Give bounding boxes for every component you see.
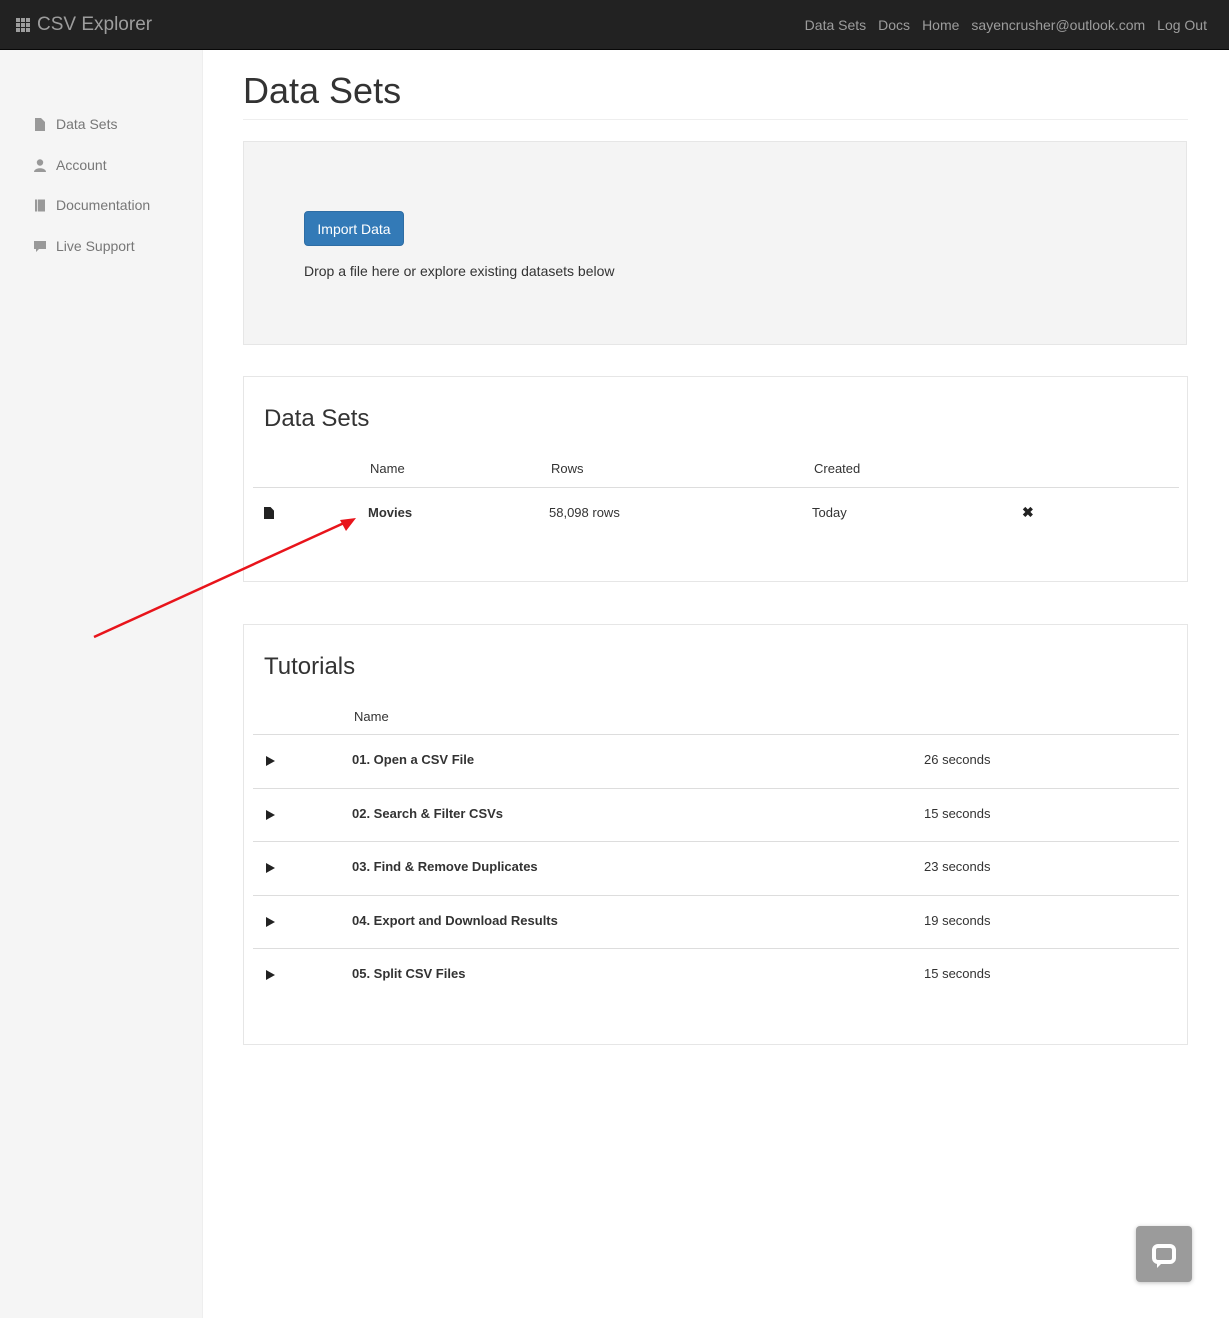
- row-divider: [253, 788, 1179, 789]
- sidebar-item-live-support[interactable]: Live Support: [34, 238, 135, 254]
- sidebar-item-label: Data Sets: [56, 116, 118, 132]
- sidebar-item-account[interactable]: Account: [34, 157, 107, 173]
- row-divider: [253, 841, 1179, 842]
- row-divider: [253, 948, 1179, 949]
- column-header-name: Name: [370, 461, 405, 476]
- datasets-heading: Data Sets: [264, 405, 370, 432]
- delete-dataset-icon[interactable]: ✖: [1022, 504, 1034, 521]
- tutorial-name-link[interactable]: 03. Find & Remove Duplicates: [352, 859, 538, 874]
- play-icon[interactable]: [266, 810, 275, 820]
- dataset-name-link[interactable]: Movies: [368, 505, 412, 520]
- import-data-button[interactable]: Import Data: [304, 211, 404, 246]
- sidebar-item-label: Documentation: [56, 197, 151, 213]
- tutorial-name-link[interactable]: 04. Export and Download Results: [352, 913, 558, 928]
- nav-link-account-email[interactable]: sayencrusher@outlook.com: [971, 17, 1145, 33]
- file-icon: [264, 507, 274, 519]
- tutorial-duration: 15 seconds: [924, 806, 991, 821]
- play-icon[interactable]: [266, 917, 275, 927]
- book-icon: [34, 199, 46, 212]
- nav-link-data-sets[interactable]: Data Sets: [805, 17, 866, 33]
- tutorial-name-link[interactable]: 02. Search & Filter CSVs: [352, 806, 503, 821]
- tutorials-panel: Tutorials Name 01. Open a CSV File 26 se…: [243, 624, 1188, 1045]
- top-navbar: CSV Explorer Data Sets Docs Home sayencr…: [0, 0, 1229, 50]
- sidebar-item-data-sets[interactable]: Data Sets: [34, 116, 117, 132]
- live-chat-button[interactable]: [1136, 1226, 1192, 1282]
- user-icon: [34, 158, 46, 172]
- brand-link[interactable]: CSV Explorer: [16, 0, 152, 50]
- tutorial-duration: 23 seconds: [924, 859, 991, 874]
- tutorials-heading: Tutorials: [264, 653, 356, 680]
- navbar-links: Data Sets Docs Home sayencrusher@outlook…: [793, 0, 1207, 50]
- table-header-divider: [253, 487, 1179, 488]
- dataset-row-count: 58,098 rows: [549, 505, 620, 520]
- play-icon[interactable]: [266, 863, 275, 873]
- tutorial-name-link[interactable]: 05. Split CSV Files: [352, 966, 465, 981]
- tutorial-duration: 15 seconds: [924, 966, 991, 981]
- nav-link-log-out[interactable]: Log Out: [1157, 17, 1207, 33]
- tutorial-duration: 26 seconds: [924, 752, 991, 767]
- title-divider: [243, 119, 1188, 120]
- tutorial-name-link[interactable]: 01. Open a CSV File: [352, 752, 474, 767]
- comment-icon: [34, 240, 46, 253]
- dropzone-hint: Drop a file here or explore existing dat…: [304, 263, 615, 279]
- file-icon: [34, 117, 46, 131]
- datasets-panel: Data Sets Name Rows Created Movies 58,09…: [243, 376, 1188, 582]
- nav-link-home[interactable]: Home: [922, 17, 959, 33]
- play-icon[interactable]: [266, 756, 275, 766]
- brand-label: CSV Explorer: [37, 14, 153, 35]
- tutorial-duration: 19 seconds: [924, 913, 991, 928]
- table-header-divider: [253, 734, 1179, 735]
- sidebar-item-label: Live Support: [56, 238, 135, 254]
- play-icon[interactable]: [266, 970, 275, 980]
- sidebar: Data Sets Account Documentation Live Sup…: [0, 50, 203, 1318]
- sidebar-item-label: Account: [56, 157, 107, 173]
- row-divider: [253, 895, 1179, 896]
- page-title: Data Sets: [243, 70, 402, 111]
- column-header-created: Created: [814, 461, 861, 476]
- dataset-created: Today: [812, 505, 847, 520]
- nav-link-docs[interactable]: Docs: [878, 17, 910, 33]
- sidebar-item-documentation[interactable]: Documentation: [34, 197, 150, 213]
- import-dropzone[interactable]: Import Data Drop a file here or explore …: [243, 141, 1187, 345]
- column-header-name: Name: [354, 709, 389, 724]
- chat-bubble-icon: [1152, 1244, 1176, 1268]
- grid-icon: [16, 18, 30, 32]
- column-header-rows: Rows: [551, 461, 584, 476]
